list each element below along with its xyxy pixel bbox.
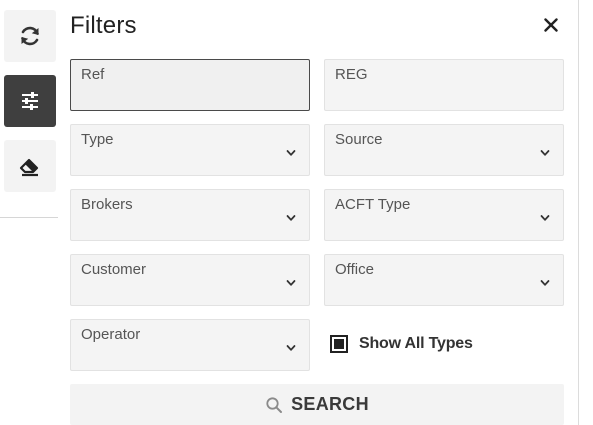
checkbox-checked-mark: [334, 339, 344, 349]
rail-divider: [0, 217, 58, 218]
show-all-types-toggle[interactable]: Show All Types: [330, 332, 473, 356]
close-button[interactable]: [538, 14, 564, 40]
source-select[interactable]: Source: [324, 124, 564, 176]
filters-toggle-button[interactable]: [4, 75, 56, 127]
type-select[interactable]: Type: [70, 124, 310, 176]
chevron-down-icon: [286, 280, 296, 286]
refresh-icon: [18, 24, 42, 48]
ref-field[interactable]: Ref: [70, 59, 310, 111]
show-all-types-label: Show All Types: [359, 335, 473, 352]
reg-field-label: REG: [335, 66, 368, 83]
type-select-label: Type: [81, 131, 114, 148]
clear-filters-button[interactable]: [4, 140, 56, 192]
panel-divider: [578, 0, 579, 425]
show-all-types-checkbox[interactable]: [330, 335, 348, 353]
operator-select-label: Operator: [81, 326, 141, 343]
ref-field-label: Ref: [81, 66, 105, 83]
filters-screen: Filters Ref REG Type Source Brokers ACFT…: [0, 0, 593, 425]
panel-title: Filters: [70, 12, 137, 39]
refresh-button[interactable]: [4, 10, 56, 62]
chevron-down-icon: [540, 215, 550, 221]
chevron-down-icon: [540, 150, 550, 156]
acft-type-select[interactable]: ACFT Type: [324, 189, 564, 241]
sliders-icon: [18, 89, 42, 113]
icon-rail: [0, 0, 58, 425]
chevron-down-icon: [540, 280, 550, 286]
office-select-label: Office: [335, 261, 374, 278]
source-select-label: Source: [335, 131, 383, 148]
search-button-label: SEARCH: [291, 394, 369, 414]
reg-field[interactable]: REG: [324, 59, 564, 111]
close-icon: [544, 17, 558, 37]
chevron-down-icon: [286, 215, 296, 221]
customer-select-label: Customer: [81, 261, 147, 278]
search-icon: [265, 396, 283, 414]
brokers-select-label: Brokers: [81, 196, 133, 213]
operator-select[interactable]: Operator: [70, 319, 310, 371]
brokers-select[interactable]: Brokers: [70, 189, 310, 241]
office-select[interactable]: Office: [324, 254, 564, 306]
eraser-icon: [18, 154, 42, 178]
customer-select[interactable]: Customer: [70, 254, 310, 306]
chevron-down-icon: [286, 345, 296, 351]
search-button[interactable]: SEARCH: [70, 384, 564, 425]
chevron-down-icon: [286, 150, 296, 156]
acft-type-select-label: ACFT Type: [335, 196, 411, 213]
